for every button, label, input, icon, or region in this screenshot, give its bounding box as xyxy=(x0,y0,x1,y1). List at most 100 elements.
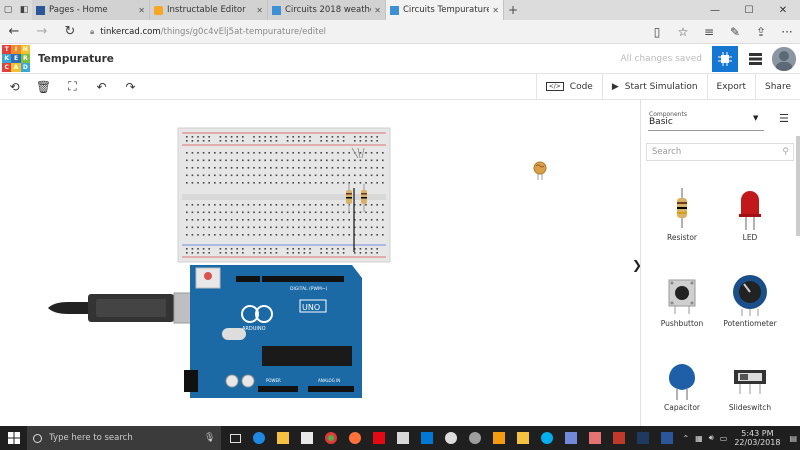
instructables-favicon-icon xyxy=(154,5,163,15)
category-select[interactable]: Basic xyxy=(649,117,673,127)
firefox-icon[interactable] xyxy=(343,426,367,450)
logo-letter: I xyxy=(11,44,21,54)
skype-icon[interactable] xyxy=(535,426,559,450)
arduino-uno-board[interactable]: ARDUINO UNO DIGITAL (PWM~) POWER ANALOG … xyxy=(184,265,362,398)
code-button[interactable]: </> Code xyxy=(535,74,602,99)
app-icon[interactable] xyxy=(583,426,607,450)
more-menu-icon[interactable]: ··· xyxy=(774,25,800,39)
component-label: Slideswitch xyxy=(728,403,772,412)
logo-letter: E xyxy=(11,53,21,64)
component-search-input[interactable]: Search ⚲ xyxy=(646,143,794,161)
hub-icon[interactable]: ≡ xyxy=(696,25,722,39)
user-avatar[interactable] xyxy=(772,46,796,71)
component-list-view-button[interactable] xyxy=(744,52,766,65)
reading-view-icon[interactable]: ▯ xyxy=(644,25,670,39)
volume-icon[interactable]: 🔊︎ xyxy=(709,433,714,443)
project-title[interactable]: Tempurature xyxy=(38,53,114,65)
board-analog-text: ANALOG IN xyxy=(318,378,340,383)
component-capacitor[interactable]: Capacitor xyxy=(647,356,717,412)
photoshop-icon[interactable] xyxy=(631,426,655,450)
taskbar-clock[interactable]: 5:43 PM 22/03/2018 xyxy=(734,429,780,447)
app-icon[interactable] xyxy=(463,426,487,450)
file-explorer-icon[interactable] xyxy=(271,426,295,450)
app-icon[interactable] xyxy=(559,426,583,450)
forward-arrow-icon[interactable]: → xyxy=(28,24,56,39)
web-note-icon[interactable]: ✎ xyxy=(722,25,748,39)
tab-overview-icon[interactable]: ▢ xyxy=(0,0,16,20)
circuit-workspace[interactable]: ARDUINO UNO DIGITAL (PWM~) POWER ANALOG … xyxy=(0,100,640,426)
browser-tab-instructable-editor[interactable]: Instructable Editor ✕ xyxy=(150,0,268,20)
refresh-icon[interactable]: ↻ xyxy=(56,24,84,39)
logo-letter: D xyxy=(20,63,30,73)
component-led[interactable]: LED xyxy=(715,186,785,242)
favorite-star-icon[interactable]: ☆ xyxy=(670,25,696,39)
component-pushbutton[interactable]: Pushbutton xyxy=(647,272,717,328)
save-status: All changes saved xyxy=(620,53,702,64)
board-power-text: POWER xyxy=(266,378,281,383)
app-icon[interactable] xyxy=(487,426,511,450)
chrome-icon[interactable] xyxy=(319,426,343,450)
start-simulation-label: Start Simulation xyxy=(624,81,698,92)
close-tab-icon[interactable]: ✕ xyxy=(256,6,263,15)
app-icon[interactable] xyxy=(607,426,631,450)
export-button[interactable]: Export xyxy=(706,74,755,99)
browser-tab-pages-home[interactable]: Pages - Home ✕ xyxy=(32,0,150,20)
notifications-icon[interactable]: ▤ xyxy=(789,434,797,443)
share-button[interactable]: Share xyxy=(755,74,800,99)
component-resistor[interactable]: Resistor xyxy=(647,186,717,242)
redo-icon[interactable]: ↷ xyxy=(116,80,145,94)
close-tab-icon[interactable]: ✕ xyxy=(138,6,145,15)
settings-gear-icon[interactable] xyxy=(439,426,463,450)
browser-tab-circuits-temperature[interactable]: Circuits Tempurature | T ✕ xyxy=(386,0,504,20)
battery-icon[interactable]: ▭ xyxy=(720,434,728,443)
chevron-down-icon[interactable]: ▼ xyxy=(753,114,758,122)
close-tab-icon[interactable]: ✕ xyxy=(374,6,381,15)
share-page-icon[interactable]: ⇪ xyxy=(748,25,774,39)
close-window-icon[interactable]: ✕ xyxy=(766,0,800,20)
netflix-icon[interactable] xyxy=(367,426,391,450)
maximize-icon[interactable]: ☐ xyxy=(732,0,766,20)
microphone-icon[interactable]: 🎙︎ xyxy=(204,433,215,443)
outlook-icon[interactable] xyxy=(415,426,439,450)
start-simulation-button[interactable]: ▶ Start Simulation xyxy=(601,74,707,99)
logo-letter: A xyxy=(11,63,21,73)
app-icon[interactable] xyxy=(511,426,535,450)
tab-label: Pages - Home xyxy=(49,5,108,15)
logo-letter: N xyxy=(20,44,30,54)
logo-letter: C xyxy=(2,63,12,73)
component-label: Resistor xyxy=(667,233,697,242)
panel-scrollbar[interactable] xyxy=(796,136,800,236)
tinkercad-logo[interactable]: TINKERCAD xyxy=(2,44,30,73)
circuit-view-button[interactable] xyxy=(712,45,738,72)
store-icon[interactable] xyxy=(295,426,319,450)
undo-icon[interactable]: ↶ xyxy=(87,80,116,94)
back-arrow-icon[interactable]: ← xyxy=(0,24,28,39)
lock-icon: 🔒︎ xyxy=(90,26,95,36)
network-icon[interactable]: ▦ xyxy=(695,434,703,443)
show-hidden-icons-icon[interactable]: ⌃ xyxy=(682,434,689,443)
component-potentiometer[interactable]: Potentiometer xyxy=(715,272,785,328)
code-icon: </> xyxy=(545,82,564,91)
task-view-icon[interactable] xyxy=(223,426,247,450)
word-icon[interactable] xyxy=(655,426,679,450)
resistor-icon xyxy=(677,188,687,228)
workspace-canvas[interactable]: ARDUINO UNO DIGITAL (PWM~) POWER ANALOG … xyxy=(0,100,640,426)
rotate-icon[interactable]: ⟲ xyxy=(0,80,29,94)
close-tab-icon[interactable]: ✕ xyxy=(492,6,499,15)
delete-icon[interactable]: 🗑︎ xyxy=(29,80,58,94)
fit-view-icon[interactable]: ⛶ xyxy=(58,79,87,94)
component-slideswitch[interactable]: Slideswitch xyxy=(715,356,785,412)
new-tab-icon[interactable]: + xyxy=(504,0,522,20)
start-button[interactable] xyxy=(0,432,27,444)
edge-icon[interactable] xyxy=(247,426,271,450)
url-field[interactable]: 🔒︎ tinkercad.com /things/g0c4vElj5at-tem… xyxy=(90,27,644,37)
browser-toolbar-icons: ▯ ☆ ≡ ✎ ⇪ ··· xyxy=(644,25,800,39)
app-icon[interactable] xyxy=(391,426,415,450)
set-aside-tabs-icon[interactable]: ◧ xyxy=(16,0,32,20)
system-tray: ⌃ ▦ 🔊︎ ▭ 5:43 PM 22/03/2018 ▤ xyxy=(679,429,800,447)
taskbar-search-input[interactable]: Type here to search 🎙︎ xyxy=(27,426,222,450)
photoresistor[interactable] xyxy=(533,161,547,180)
minimize-icon[interactable]: — xyxy=(698,0,732,20)
browser-tab-circuits-weather[interactable]: Circuits 2018 weather proje ✕ xyxy=(268,0,386,20)
list-view-icon[interactable]: ☰ xyxy=(779,112,789,125)
